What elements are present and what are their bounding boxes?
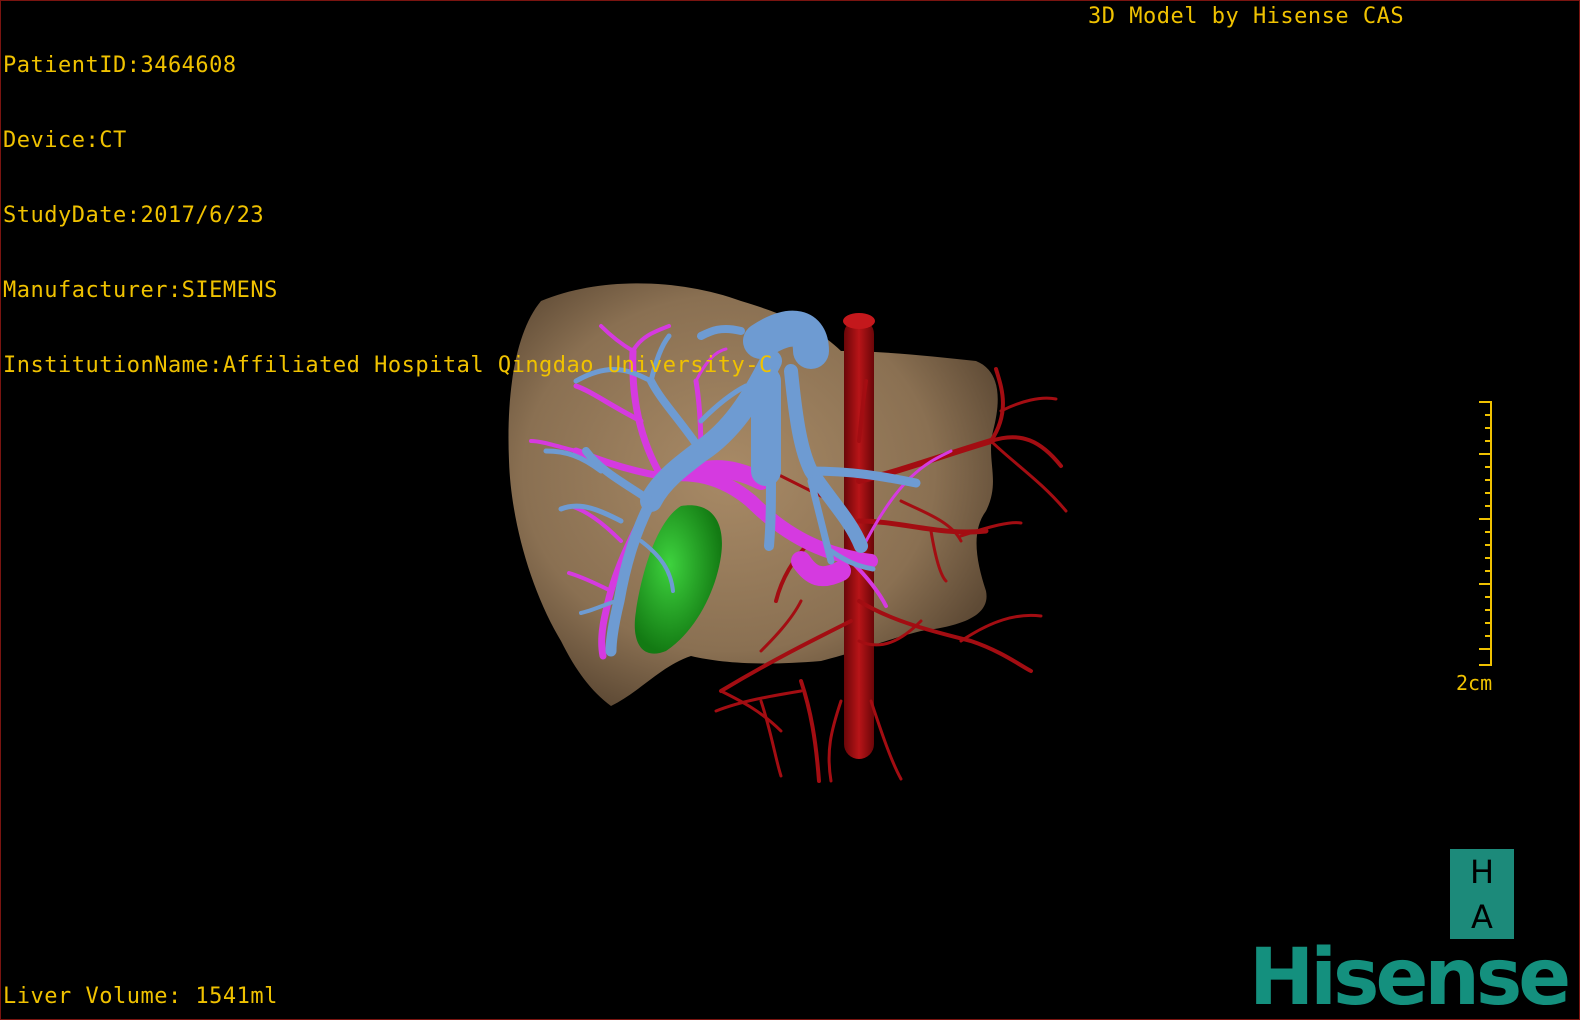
scale-bar-icon [1479, 401, 1492, 666]
institution-name: InstitutionName:Affiliated Hospital Qing… [3, 353, 773, 378]
study-date: StudyDate:2017/6/23 [3, 203, 265, 228]
manufacturer: Manufacturer:SIEMENS [3, 278, 278, 303]
orientation-cube[interactable]: H A [1450, 849, 1514, 939]
device: Device:CT [3, 128, 127, 153]
orientation-bottom-label: A [1471, 897, 1493, 936]
scale-label: 2cm [1456, 671, 1493, 695]
vena-cava-top [843, 313, 875, 329]
liver-volume: Liver Volume: 1541ml [3, 984, 278, 1009]
model-credit: 3D Model by Hisense CAS [1088, 4, 1405, 29]
hisense-logo: Hisense [1249, 933, 1571, 1020]
3d-viewport[interactable]: PatientID:3464608 Device:CT StudyDate:20… [0, 0, 1580, 1020]
dicom-info-block: PatientID:3464608 Device:CT StudyDate:20… [3, 3, 773, 428]
patient-id: PatientID:3464608 [3, 53, 237, 78]
orientation-top-label: H [1469, 852, 1495, 891]
